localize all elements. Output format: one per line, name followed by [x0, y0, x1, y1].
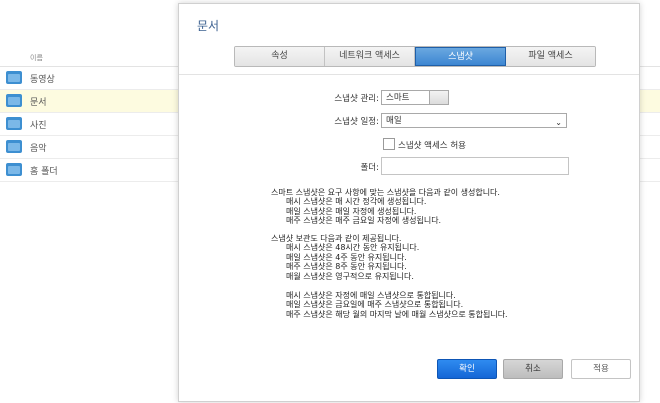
share-label: 문서: [30, 98, 47, 108]
photo-folder-icon: [6, 117, 22, 130]
snapshot-schedule-value: 매일: [386, 116, 402, 126]
allow-snapshot-access-label: 스냅샷 액세스 허용: [398, 141, 466, 151]
share-label: 동영상: [30, 75, 55, 85]
dialog-title: 문서: [197, 19, 220, 33]
info-line: 매시 스냅샷은 48시간 동안 유지됩니다.: [286, 243, 420, 253]
info-heading: 스마트 스냅샷은 요구 사항에 맞는 스냅샷을 다음과 같이 생성합니다.: [271, 188, 500, 197]
snapshot-schedule-select[interactable]: 매일 ⌄: [381, 113, 567, 128]
folder-input[interactable]: [381, 157, 569, 175]
apply-button[interactable]: 적용: [571, 359, 631, 379]
info-block-retention: 스냅샷 보관도 다음과 같이 제공됩니다. 매시 스냅샷은 48시간 동안 유지…: [271, 234, 419, 281]
cancel-button[interactable]: 취소: [503, 359, 563, 379]
share-label: 사진: [30, 121, 47, 131]
dialog-separator: [179, 74, 639, 75]
info-block-smart-snapshot: 스마트 스냅샷은 요구 사항에 맞는 스냅샷을 다음과 같이 생성합니다. 매시…: [271, 188, 500, 226]
dropdown-button[interactable]: [429, 91, 448, 104]
home-folder-icon: [6, 163, 22, 176]
info-heading: 스냅샷 보관도 다음과 같이 제공됩니다.: [271, 234, 402, 243]
info-line: 매시 스냅샷은 매 시간 정각에 생성됩니다.: [286, 197, 427, 207]
info-line: 매일 스냅샷은 4주 동안 유지됩니다.: [286, 252, 407, 262]
tab-snapshot[interactable]: 스냅샷: [415, 47, 506, 66]
document-folder-icon: [6, 94, 22, 107]
share-properties-dialog: 문서 속성 네트워크 액세스 스냅샷 파일 액세스 스냅샷 관리: 스마트 스냅…: [178, 3, 640, 402]
tab-network-access[interactable]: 네트워크 액세스: [325, 47, 415, 66]
snapshot-management-select[interactable]: 스마트: [381, 90, 449, 105]
chevron-down-icon[interactable]: ⌄: [555, 115, 562, 130]
info-line: 매일 스냅샷은 매일 자정에 생성됩니다.: [286, 206, 417, 216]
allow-snapshot-access-checkbox[interactable]: [383, 138, 395, 150]
info-block-merge: 매시 스냅샷은 자정에 매일 스냅샷으로 통합됩니다. 매일 스냅샷은 금요일에…: [271, 291, 508, 319]
video-folder-icon: [6, 71, 22, 84]
info-line: 매주 스냅샷은 8주 동안 유지됩니다.: [286, 262, 407, 272]
info-line: 매주 스냅샷은 매주 금요일 자정에 생성됩니다.: [286, 216, 442, 226]
snapshot-schedule-label: 스냅샷 일정:: [334, 117, 379, 127]
info-line: 매주 스냅샷은 해당 월의 마지막 날에 매월 스냅샷으로 통합됩니다.: [286, 309, 508, 319]
info-line: 매시 스냅샷은 자정에 매일 스냅샷으로 통합됩니다.: [286, 291, 456, 300]
ok-button[interactable]: 확인: [437, 359, 497, 379]
share-label: 음악: [30, 144, 47, 154]
folder-label: 폴더:: [360, 163, 379, 173]
info-line: 매월 스냅샷은 영구적으로 유지됩니다.: [286, 271, 414, 281]
tab-properties[interactable]: 속성: [235, 47, 325, 66]
share-label: 홈 폴더: [30, 167, 58, 177]
tab-file-access[interactable]: 파일 액세스: [506, 47, 595, 66]
info-line: 매일 스냅샷은 금요일에 매주 스냅샷으로 통합됩니다.: [286, 300, 464, 310]
snapshot-management-value: 스마트: [386, 93, 410, 103]
snapshot-management-label: 스냅샷 관리:: [334, 94, 379, 104]
column-header-name[interactable]: 이름: [30, 53, 43, 63]
music-folder-icon: [6, 140, 22, 153]
tab-bar: 속성 네트워크 액세스 스냅샷 파일 액세스: [234, 46, 596, 67]
